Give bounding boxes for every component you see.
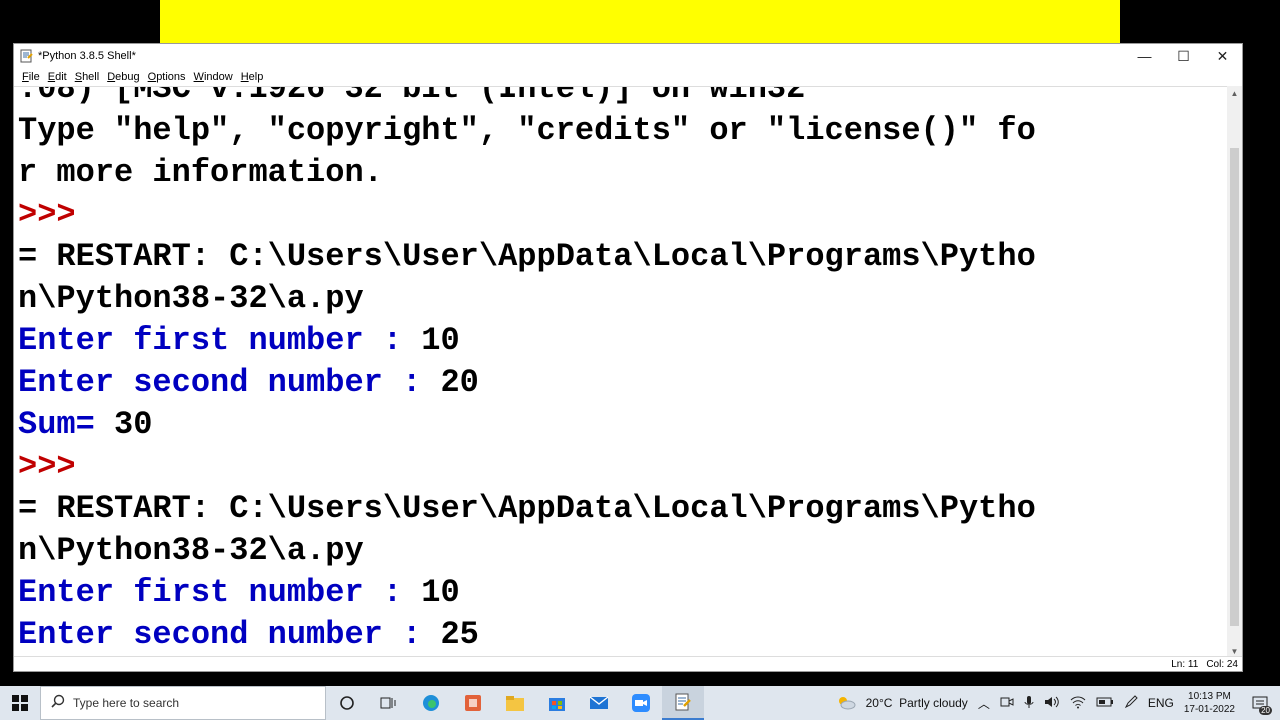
user-input: 30: [114, 406, 153, 443]
shell-line: :08) [MSC v.1926 32 bit (Intel)] on win3…: [18, 86, 1036, 110]
taskbar-clock[interactable]: 10:13 PM 17-01-2022: [1184, 690, 1235, 716]
shell-line: r more information.: [18, 152, 1036, 194]
meet-now-icon[interactable]: [1000, 696, 1014, 711]
shell-text: n\Python38-32\a.py: [18, 532, 364, 569]
program-output: Enter second number :: [18, 364, 441, 401]
shell-line: Sum= 30: [18, 404, 1036, 446]
program-output: Enter first number :: [18, 574, 422, 611]
shell-line: >>>: [18, 194, 1036, 236]
weather-text[interactable]: 20°C Partly cloudy: [866, 696, 968, 710]
shell-text: = RESTART: C:\Users\User\AppData\Local\P…: [18, 490, 1036, 527]
shell-prompt: >>>: [18, 448, 76, 485]
status-col: Col: 24: [1206, 658, 1238, 670]
shell-line: Enter second number : 25: [18, 614, 1036, 656]
windows-logo-icon: [12, 695, 28, 711]
menu-edit[interactable]: Edit: [44, 71, 71, 83]
cortana-icon[interactable]: [326, 686, 368, 720]
shell-line: Enter first number : 10: [18, 320, 1036, 362]
file-explorer-icon[interactable]: [494, 686, 536, 720]
status-line: Ln: 11: [1171, 658, 1199, 670]
notification-center-icon[interactable]: 20: [1245, 686, 1275, 720]
task-view-icon[interactable]: [368, 686, 410, 720]
shell-line: n\Python38-32\a.py: [18, 530, 1036, 572]
clock-time: 10:13 PM: [1188, 691, 1231, 702]
shell-text-area[interactable]: :08) [MSC v.1926 32 bit (Intel)] on win3…: [14, 86, 1228, 658]
system-tray: 20°C Partly cloudy ︿ ENG 10:13 PM 17-01-…: [831, 686, 1280, 720]
shell-line: >>>: [18, 446, 1036, 488]
title-bar[interactable]: *Python 3.8.5 Shell* — ☐ ✕: [14, 44, 1242, 68]
menu-help[interactable]: Help: [237, 71, 268, 83]
close-button[interactable]: ✕: [1203, 44, 1242, 68]
taskbar-search[interactable]: Type here to search: [40, 686, 326, 720]
battery-icon[interactable]: [1096, 696, 1114, 711]
scroll-up-arrow-icon[interactable]: ▲: [1227, 86, 1242, 100]
shell-line: = RESTART: C:\Users\User\AppData\Local\P…: [18, 488, 1036, 530]
shell-text: :08) [MSC v.1926 32 bit (Intel)] on win3…: [18, 86, 806, 107]
menu-shell[interactable]: Shell: [71, 71, 103, 83]
edge-browser-icon[interactable]: [410, 686, 452, 720]
shell-line: Type "help", "copyright", "credits" or "…: [18, 110, 1036, 152]
python-idle-icon: [20, 49, 34, 63]
shell-line: n\Python38-32\a.py: [18, 278, 1036, 320]
shell-text: n\Python38-32\a.py: [18, 280, 364, 317]
program-output: Enter first number :: [18, 322, 422, 359]
shell-text: Type "help", "copyright", "credits" or "…: [18, 112, 1036, 149]
pen-icon[interactable]: [1124, 694, 1138, 712]
scrollbar-thumb[interactable]: [1230, 148, 1239, 626]
taskbar: Type here to search 20°C Partly cloudy ︿: [0, 686, 1280, 720]
program-output: Enter second number :: [18, 616, 441, 653]
menu-file[interactable]: File: [18, 71, 44, 83]
maximize-button[interactable]: ☐: [1164, 44, 1203, 68]
menu-options[interactable]: Options: [144, 71, 190, 83]
menu-debug[interactable]: Debug: [103, 71, 143, 83]
weather-icon[interactable]: [836, 694, 856, 713]
yellow-banner: [160, 0, 1120, 44]
language-indicator[interactable]: ENG: [1148, 696, 1174, 710]
microphone-icon[interactable]: [1024, 695, 1034, 712]
shell-output: :08) [MSC v.1926 32 bit (Intel)] on win3…: [18, 86, 1036, 656]
user-input: 20: [440, 364, 479, 401]
wifi-icon[interactable]: [1070, 695, 1086, 712]
shell-prompt: >>>: [18, 196, 76, 233]
program-output: Sum=: [18, 406, 115, 443]
zoom-app-icon[interactable]: [620, 686, 662, 720]
shell-line: Enter second number : 20: [18, 362, 1036, 404]
show-hidden-icons-chevron-icon[interactable]: ︿: [978, 695, 990, 712]
vertical-scrollbar[interactable]: ▲ ▼: [1227, 86, 1242, 658]
idle-shell-window: *Python 3.8.5 Shell* — ☐ ✕ File Edit She…: [13, 43, 1243, 672]
user-input: 10: [421, 574, 460, 611]
shell-line: Enter first number : 10: [18, 572, 1036, 614]
search-icon: [51, 694, 65, 713]
start-button[interactable]: [0, 686, 40, 720]
store-icon[interactable]: [536, 686, 578, 720]
clock-date: 17-01-2022: [1183, 704, 1235, 715]
volume-icon[interactable]: [1044, 695, 1060, 712]
minimize-button[interactable]: —: [1125, 44, 1164, 68]
window-title: *Python 3.8.5 Shell*: [38, 50, 136, 62]
shell-text: r more information.: [18, 154, 383, 191]
shell-text: = RESTART: C:\Users\User\AppData\Local\P…: [18, 238, 1036, 275]
status-bar: Ln: 11 Col: 24: [14, 656, 1242, 671]
menu-window[interactable]: Window: [190, 71, 237, 83]
mail-icon[interactable]: [578, 686, 620, 720]
shell-line: = RESTART: C:\Users\User\AppData\Local\P…: [18, 236, 1036, 278]
search-placeholder: Type here to search: [73, 696, 180, 710]
notification-count-badge: 20: [1259, 706, 1272, 715]
office-app-icon[interactable]: [452, 686, 494, 720]
menu-bar: File Edit Shell Debug Options Window Hel…: [14, 68, 1242, 86]
python-idle-taskbar-icon[interactable]: [662, 686, 704, 720]
user-input: 10: [421, 322, 460, 359]
user-input: 25: [440, 616, 479, 653]
